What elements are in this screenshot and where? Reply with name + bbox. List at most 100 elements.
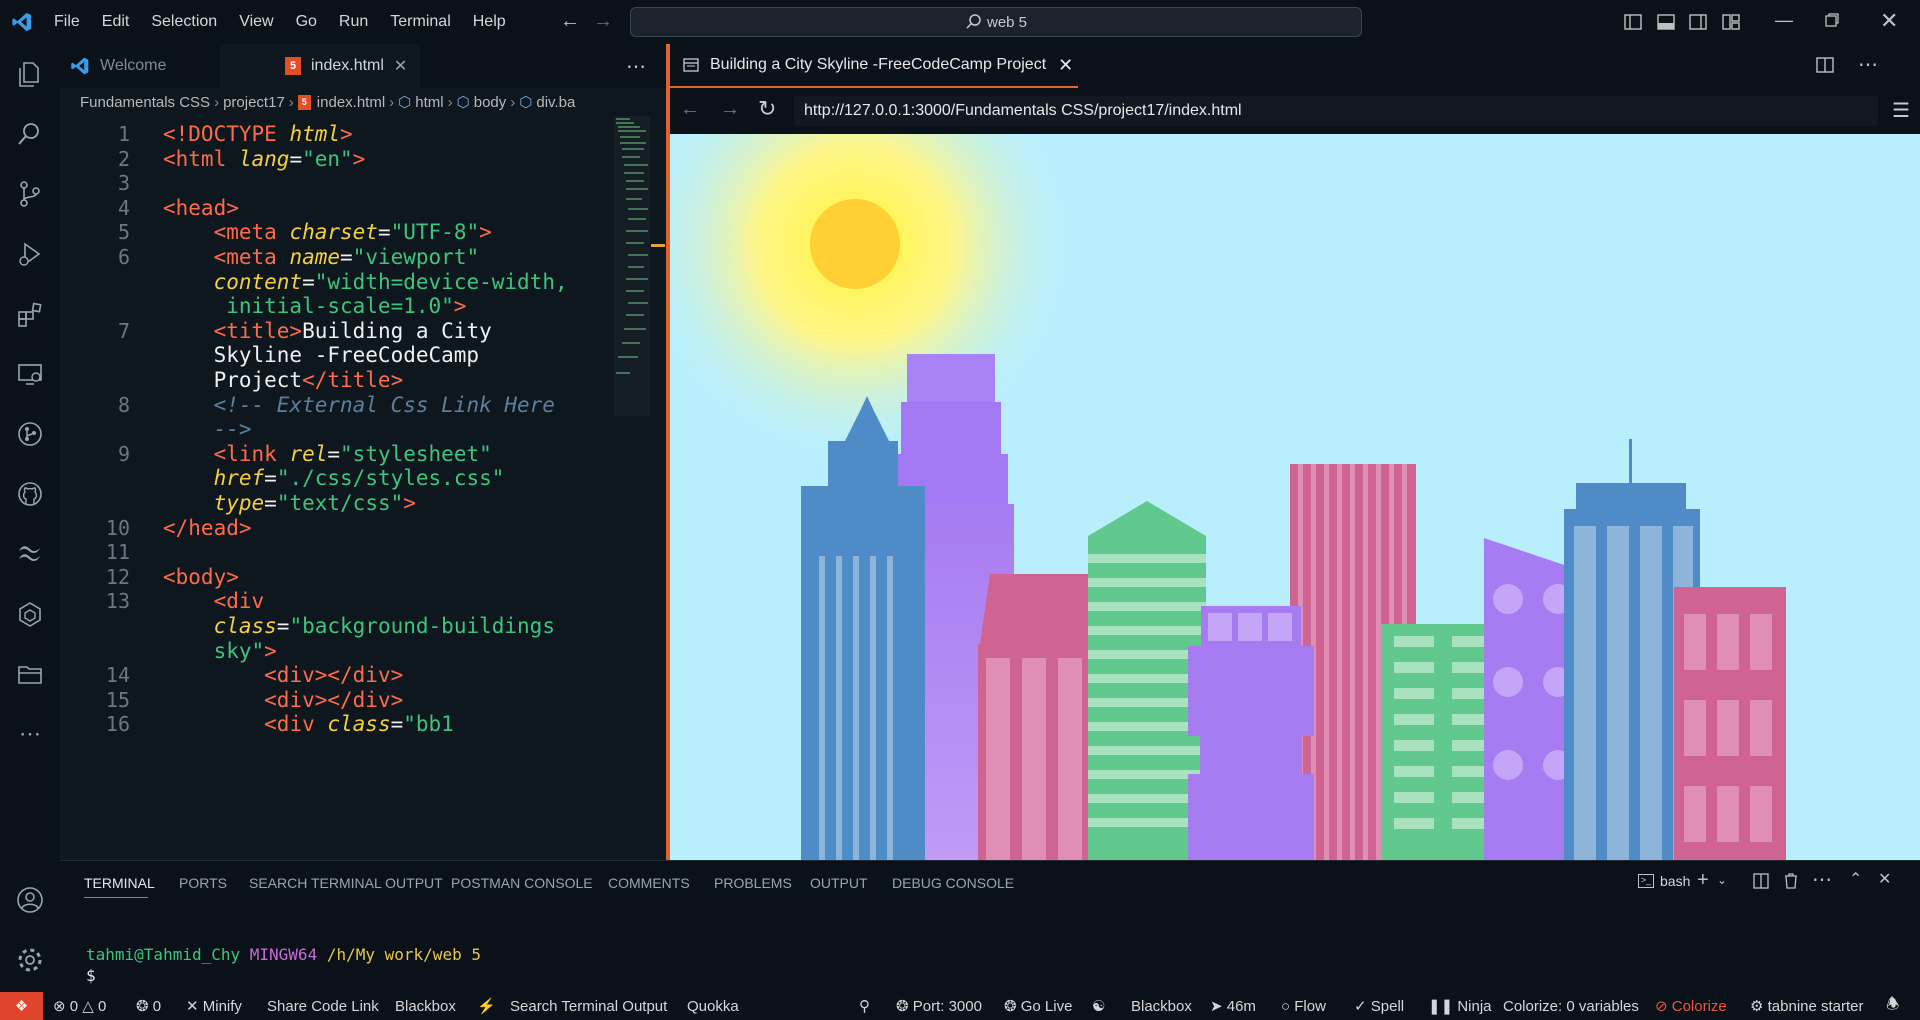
breadcrumb-body[interactable]: body: [474, 94, 507, 111]
go-live-button[interactable]: ❂ Go Live: [1004, 992, 1072, 1020]
minimap[interactable]: [614, 116, 650, 416]
panel-tab-terminal[interactable]: TERMINAL: [84, 875, 155, 891]
menu-hamburger-icon[interactable]: ☰: [1892, 98, 1910, 123]
more-actions-icon[interactable]: ⋯: [1812, 867, 1832, 892]
tabnine-button[interactable]: ⚙ tabnine starter: [1750, 992, 1864, 1020]
restore-icon[interactable]: [1824, 12, 1840, 28]
chevron-down-icon[interactable]: ⌄: [1717, 873, 1727, 887]
terminal-output[interactable]: tahmi@Tahmid_Chy MINGW64 /h/My work/web …: [86, 945, 481, 985]
command-center-search[interactable]: web 5: [630, 7, 1362, 37]
blackbox-icon[interactable]: [12, 596, 48, 632]
port-indicator[interactable]: ❂ Port: 3000: [896, 992, 982, 1020]
split-editor-icon[interactable]: [1816, 56, 1834, 79]
customize-layout-icon[interactable]: [1721, 12, 1741, 32]
wakatime-indicator[interactable]: ➤ 46m: [1210, 992, 1256, 1020]
circle-icon: ○: [1281, 997, 1291, 1015]
close-panel-icon[interactable]: ✕: [1878, 869, 1891, 889]
split-terminal-icon[interactable]: [1753, 873, 1769, 894]
panel-tab-problems[interactable]: PROBLEMS: [714, 875, 792, 891]
tab-index-html[interactable]: 5 index.html ✕: [220, 44, 420, 88]
git-graph-icon[interactable]: [12, 416, 48, 452]
minify-button[interactable]: ✕ Minify: [186, 992, 242, 1020]
colorize-variables[interactable]: Colorize: 0 variables: [1503, 992, 1639, 1020]
menu-file[interactable]: File: [43, 0, 91, 44]
breadcrumb-html[interactable]: html: [415, 94, 443, 111]
trash-icon[interactable]: [1783, 872, 1799, 895]
ports-indicator[interactable]: ❂ 0: [136, 992, 161, 1020]
explorer-icon[interactable]: [12, 56, 48, 92]
more-icon[interactable]: ⋯: [12, 716, 48, 752]
panel-tab-output[interactable]: OUTPUT: [810, 875, 868, 891]
project-manager-icon[interactable]: [12, 656, 48, 692]
notifications-bell-icon[interactable]: 🕭: [1886, 992, 1899, 1020]
pause-icon: ❚❚: [1428, 998, 1454, 1015]
maximize-panel-icon[interactable]: ⌃: [1849, 869, 1862, 889]
blackbox-status[interactable]: Blackbox: [1131, 992, 1192, 1020]
reload-icon[interactable]: ↻: [758, 96, 776, 122]
close-preview-icon[interactable]: ✕: [1058, 55, 1073, 76]
remote-indicator[interactable]: ❖: [0, 992, 43, 1020]
blackbox-button[interactable]: Blackbox: [395, 992, 456, 1020]
back-arrow-icon[interactable]: ←: [680, 98, 700, 121]
breadcrumb-folder[interactable]: Fundamentals CSS: [80, 94, 210, 111]
tab-welcome[interactable]: Welcome: [70, 44, 220, 88]
html5-file-icon: 5: [297, 94, 311, 110]
close-tab-icon[interactable]: ✕: [394, 56, 407, 76]
close-window-icon[interactable]: ✕: [1880, 8, 1898, 34]
menu-view[interactable]: View: [228, 0, 284, 44]
forward-arrow-icon[interactable]: →: [593, 10, 613, 33]
tailwind-icon[interactable]: [12, 536, 48, 572]
search-sidebar-icon[interactable]: [12, 116, 48, 152]
spell-button[interactable]: ✓ Spell: [1354, 992, 1404, 1020]
tab-preview[interactable]: Building a City Skyline -FreeCodeCamp Pr…: [670, 44, 1078, 88]
remote-explorer-icon[interactable]: [12, 356, 48, 392]
lightning-icon[interactable]: ⚡: [477, 992, 496, 1020]
settings-gear-icon[interactable]: [12, 942, 48, 978]
source-control-icon[interactable]: [12, 176, 48, 212]
ninja-button[interactable]: ❚❚ Ninja: [1428, 992, 1492, 1020]
flow-button[interactable]: ○ Flow: [1281, 992, 1326, 1020]
menu-help[interactable]: Help: [462, 0, 517, 44]
extensions-icon[interactable]: [12, 296, 48, 332]
toggle-panel-icon[interactable]: [1656, 12, 1676, 32]
back-arrow-icon[interactable]: ←: [560, 10, 580, 33]
terminal-shell-selector[interactable]: >_ bash: [1638, 873, 1690, 889]
menu-edit[interactable]: Edit: [91, 0, 141, 44]
more-actions-icon[interactable]: ⋯: [626, 54, 646, 79]
copilot-icon[interactable]: ☯: [1092, 992, 1105, 1020]
menu-selection[interactable]: Selection: [140, 0, 228, 44]
search-terminal-output-button[interactable]: Search Terminal Output: [510, 992, 667, 1020]
toggle-secondary-sidebar-icon[interactable]: [1688, 12, 1708, 32]
panel-tab-debug-console[interactable]: DEBUG CONSOLE: [892, 875, 1014, 891]
panel-tab-comments[interactable]: COMMENTS: [608, 875, 690, 891]
menu-run[interactable]: Run: [328, 0, 379, 44]
breadcrumb-div[interactable]: div.ba: [536, 94, 575, 111]
search-icon: [966, 14, 981, 29]
menu-terminal[interactable]: Terminal: [379, 0, 461, 44]
accounts-icon[interactable]: [12, 882, 48, 918]
address-bar[interactable]: http://127.0.0.1:3000/Fundamentals CSS/p…: [794, 96, 1878, 126]
colorize-button[interactable]: ⊘ Colorize: [1655, 992, 1727, 1020]
run-debug-icon[interactable]: [12, 236, 48, 272]
toggle-sidebar-icon[interactable]: [1623, 12, 1643, 32]
new-terminal-icon[interactable]: +: [1697, 869, 1709, 892]
quokka-button[interactable]: Quokka: [687, 992, 739, 1020]
code-token: </title>: [302, 368, 404, 392]
problems-indicator[interactable]: ⊗ 0 △ 0: [53, 992, 106, 1020]
panel-tab-search-terminal-output[interactable]: SEARCH TERMINAL OUTPUT: [249, 875, 443, 891]
minimize-icon[interactable]: —: [1775, 10, 1793, 31]
code-token: "stylesheet": [340, 441, 492, 466]
panel-tab-ports[interactable]: PORTS: [179, 875, 227, 891]
github-icon[interactable]: [12, 476, 48, 512]
breadcrumb-subfolder[interactable]: project17: [223, 94, 285, 111]
code-editor[interactable]: 1 <!DOCTYPE html> 2 <html lang="en"> 3 4 <head…: [60, 116, 650, 860]
forward-arrow-icon[interactable]: →: [720, 98, 740, 121]
editor-tabs: Welcome 5 index.html ✕ ⋯: [60, 44, 666, 88]
breadcrumb-file[interactable]: index.html: [317, 94, 385, 111]
menu-go[interactable]: Go: [285, 0, 328, 44]
panel-tab-postman-console[interactable]: POSTMAN CONSOLE: [451, 875, 593, 891]
share-code-link-button[interactable]: Share Code Link: [267, 992, 379, 1020]
location-pin-icon[interactable]: ⚲: [859, 992, 870, 1020]
more-actions-icon[interactable]: ⋯: [1858, 52, 1878, 77]
